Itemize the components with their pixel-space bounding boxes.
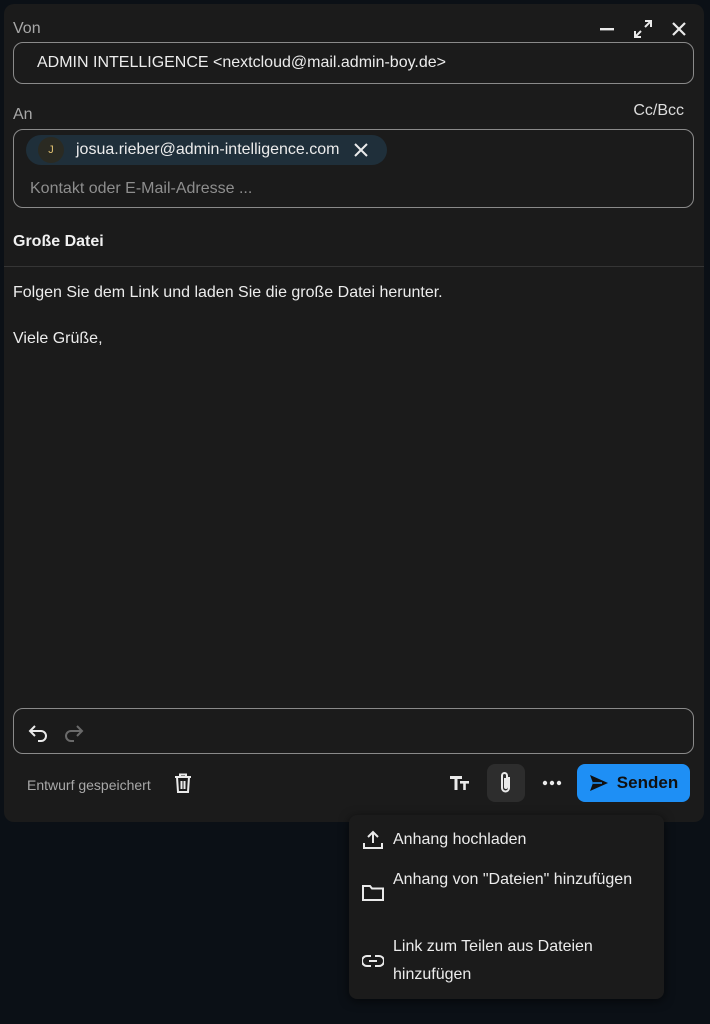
trash-icon[interactable]: [172, 772, 194, 794]
attachment-menu: Anhang hochladen Anhang von "Dateien" hi…: [349, 815, 664, 999]
recipient-chip: J josua.rieber@admin-intelligence.com: [26, 135, 387, 165]
remove-recipient-icon[interactable]: [351, 140, 371, 160]
close-icon[interactable]: [668, 18, 690, 40]
draft-status: Entwurf gespeichert: [27, 777, 151, 793]
avatar: J: [38, 137, 64, 163]
menu-item-label: Anhang hochladen: [393, 831, 527, 848]
to-label: An: [13, 106, 33, 123]
compose-modal: Von ADMIN INTELLIGENCE <nextcloud@mail.a…: [4, 4, 704, 822]
more-icon[interactable]: [533, 764, 571, 802]
send-button[interactable]: Senden: [577, 764, 690, 802]
cc-bcc-toggle[interactable]: Cc/Bcc: [633, 102, 684, 120]
from-label: Von: [13, 20, 41, 37]
body-line: Viele Grüße,: [13, 330, 103, 347]
divider: [4, 266, 704, 267]
link-icon: [361, 949, 385, 973]
message-body[interactable]: Folgen Sie dem Link und laden Sie die gr…: [13, 281, 443, 373]
from-value: ADMIN INTELLIGENCE <nextcloud@mail.admin…: [37, 54, 446, 71]
recipient-input[interactable]: [30, 177, 630, 201]
send-icon: [589, 775, 608, 791]
window-controls: [596, 18, 690, 40]
recipient-address: josua.rieber@admin-intelligence.com: [76, 141, 340, 158]
menu-item-share-link[interactable]: Link zum Teilen aus Dateien hinzufügen: [349, 933, 664, 989]
redo-icon[interactable]: [62, 720, 86, 744]
send-label: Senden: [616, 773, 679, 792]
upload-icon: [361, 828, 385, 852]
text-format-icon[interactable]: [441, 764, 479, 802]
undo-icon[interactable]: [26, 720, 50, 744]
menu-item-upload-attachment[interactable]: Anhang hochladen: [349, 826, 664, 856]
menu-item-label: Link zum Teilen aus Dateien hinzufügen: [393, 938, 593, 983]
editor-toolbar: [13, 708, 694, 754]
folder-icon: [361, 881, 385, 905]
from-select[interactable]: ADMIN INTELLIGENCE <nextcloud@mail.admin…: [13, 42, 694, 84]
minimize-icon[interactable]: [596, 18, 618, 40]
expand-icon[interactable]: [632, 18, 654, 40]
body-line: Folgen Sie dem Link und laden Sie die gr…: [13, 284, 443, 301]
menu-item-label: Anhang von "Dateien" hinzufügen: [393, 871, 633, 888]
attachment-icon[interactable]: [487, 764, 525, 802]
subject[interactable]: Große Datei: [13, 233, 104, 251]
menu-item-add-from-files[interactable]: Anhang von "Dateien" hinzufügen: [349, 866, 664, 922]
to-field[interactable]: J josua.rieber@admin-intelligence.com: [13, 129, 694, 208]
